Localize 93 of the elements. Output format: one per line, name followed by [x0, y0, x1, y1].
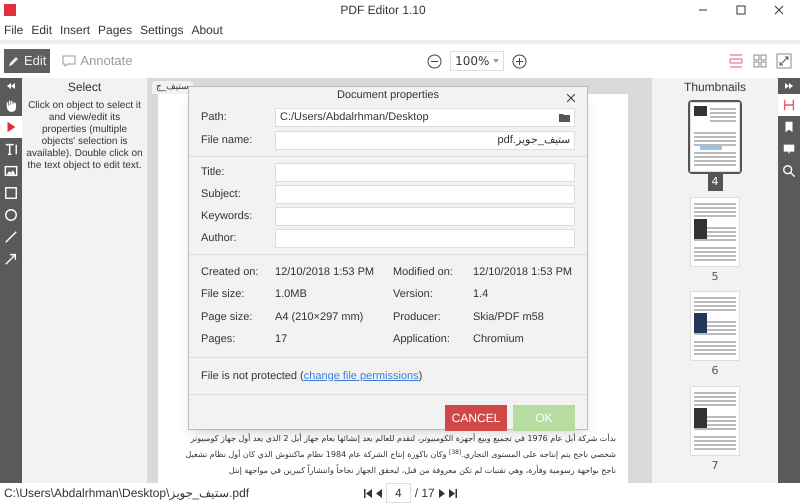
- field-label: Keywords:: [201, 208, 254, 224]
- protection-text: File is not protected (change file permissions): [189, 358, 587, 395]
- input-field[interactable]: [275, 228, 575, 248]
- dropdown-caret-icon: [493, 59, 500, 63]
- menu-item[interactable]: File: [4, 21, 24, 39]
- info-value: 17: [275, 332, 288, 347]
- field-label: Title:: [201, 164, 226, 180]
- line-icon: [4, 230, 18, 244]
- next-page-icon[interactable]: [438, 488, 445, 498]
- input-field[interactable]: [275, 184, 575, 204]
- pencil-icon: [8, 55, 20, 67]
- file-name-field[interactable]: ستيف_جويز.pdf: [275, 130, 575, 150]
- side-button[interactable]: [778, 94, 800, 116]
- info-label: Producer:: [393, 310, 442, 324]
- help-text: Click on object to select it and view/edit its properties (multiple objects' selection is available). Double click on the text object to edit text.: [25, 100, 144, 172]
- menu-item[interactable]: Insert: [60, 21, 90, 39]
- paragraph-line: ناجح بواجهة رسومية وفأرة، وهي تقنيات لم تكن معروفة من قبل، ليحقق الجهاز نجاحاً وانتشاراً كبيرين في مواجهة إنتل: [228, 464, 617, 477]
- menu-item[interactable]: Edit: [31, 21, 52, 39]
- cancel-button[interactable]: CANCEL: [445, 405, 507, 431]
- field-label: Subject:: [201, 186, 242, 202]
- info-value: A4 (210×297 mm): [275, 310, 364, 324]
- arrow-icon: [4, 252, 18, 266]
- maximize-icon[interactable]: [736, 5, 746, 15]
- info-label: Modified on:: [393, 264, 454, 280]
- info-label: File size:: [201, 287, 246, 302]
- tool-button[interactable]: [0, 116, 22, 138]
- zoom-in-icon[interactable]: [512, 54, 528, 68]
- page-thumbnail-drawing: [690, 196, 740, 266]
- page-thumbnail[interactable]: [688, 100, 742, 174]
- dialog-title: Document properties: [336, 88, 440, 103]
- collapse-icon[interactable]: [7, 83, 15, 89]
- app-logo-icon: [4, 4, 16, 16]
- info-value: 1.4: [473, 287, 490, 302]
- search-icon: [782, 164, 796, 178]
- zoom-dropdown[interactable]: 100%: [450, 51, 504, 71]
- info-value: Skia/PDF m58: [473, 310, 545, 324]
- circle-icon: [4, 208, 18, 222]
- grid-view-icon[interactable]: [752, 53, 768, 69]
- path-field[interactable]: C:/Users/Abdalrhman/Desktop: [275, 108, 575, 126]
- comment-icon: [62, 55, 76, 67]
- info-label: Pages:: [201, 332, 236, 347]
- page-number: 6: [710, 363, 720, 379]
- menu-item[interactable]: Settings: [140, 21, 184, 39]
- folder-icon[interactable]: [559, 112, 570, 122]
- rectangle-icon: [4, 186, 18, 200]
- info-value: 1.0MB: [275, 287, 308, 302]
- info-value: 12/10/2018 1:53 PM: [473, 264, 574, 280]
- page-count: / 17: [414, 485, 435, 502]
- panel-title: Select: [68, 79, 102, 96]
- field-label: Path:: [201, 110, 228, 125]
- info-label: Created on:: [201, 264, 260, 280]
- menu-item[interactable]: Pages: [98, 21, 132, 39]
- menu-item[interactable]: About: [191, 21, 223, 39]
- fullscreen-icon[interactable]: [776, 53, 792, 69]
- previous-page-icon[interactable]: [376, 488, 382, 498]
- last-page-icon[interactable]: [448, 488, 457, 498]
- field-label: Author:: [201, 230, 238, 246]
- text-icon: [4, 142, 18, 156]
- page-thumbnail-drawing: [690, 291, 740, 361]
- hand-icon: [4, 98, 18, 112]
- page-number: 4: [708, 174, 722, 190]
- paragraph-line: بدأت شركة أبل عام 1976 في تجميع وبيع أجهزة الكومبيوتر، لتقدم للعالم بعد إنشائها بعام جهاز أبل 2 الذي يعد أول جهاز كومبيوتر: [189, 432, 617, 445]
- page-number: 7: [710, 458, 720, 474]
- file-path: C:\Users\Abdalrhman\Desktop\ستيف_جويز.pdf: [4, 485, 250, 502]
- expand-icon[interactable]: [785, 83, 793, 89]
- info-label: Version:: [393, 287, 434, 302]
- document-tab[interactable]: ستيف_ج: [152, 80, 193, 94]
- split-pages-icon: [782, 98, 796, 112]
- change-permissions-link[interactable]: change file permissions: [304, 370, 419, 382]
- page-thumbnail-drawing: [690, 386, 740, 456]
- comment-icon: [782, 142, 796, 156]
- input-field[interactable]: [275, 206, 575, 226]
- mode-button[interactable]: Edit: [4, 49, 50, 73]
- info-value: Chromium: [473, 332, 525, 347]
- info-label: Application:: [393, 332, 451, 347]
- field-label: File name:: [201, 132, 254, 148]
- input-field[interactable]: [275, 162, 575, 182]
- info-label: Page size:: [201, 310, 254, 324]
- page-number: 5: [710, 268, 720, 284]
- single-page-icon[interactable]: [728, 53, 744, 69]
- zoom-out-icon[interactable]: [427, 54, 442, 68]
- panel-title: Thumbnails: [684, 79, 746, 96]
- page-thumbnail-drawing: [690, 102, 740, 172]
- window-title: PDF Editor 1.10: [339, 2, 427, 19]
- page-thumbnail[interactable]: [688, 289, 742, 363]
- close-icon[interactable]: [774, 5, 784, 15]
- image-icon: [4, 164, 18, 178]
- first-page-icon[interactable]: [364, 488, 372, 498]
- info-value: 12/10/2018 1:53 PM: [275, 264, 376, 280]
- page-thumbnail[interactable]: [688, 384, 742, 458]
- page-field[interactable]: 4: [386, 483, 411, 503]
- page-thumbnail[interactable]: [688, 194, 742, 268]
- close-icon[interactable]: [567, 94, 575, 102]
